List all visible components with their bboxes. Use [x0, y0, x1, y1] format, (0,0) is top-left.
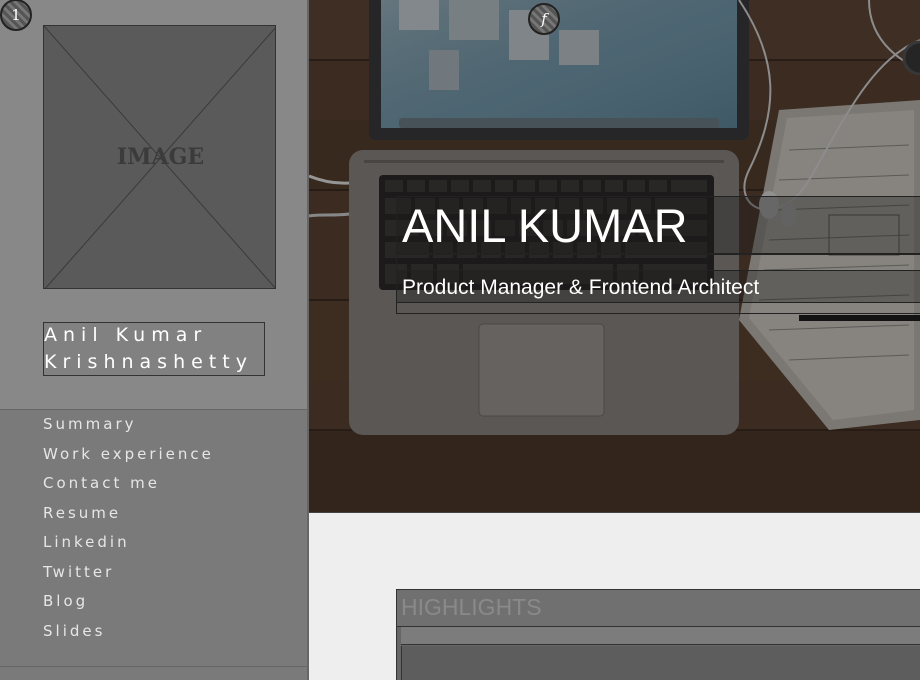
highlights-section: HIGHLIGHTS — [396, 589, 920, 680]
nav-item-blog[interactable]: Blog — [43, 590, 214, 620]
profile-first-name: Anil Kumar — [44, 324, 208, 346]
nav-item-summary[interactable]: Summary — [43, 413, 214, 443]
nav-item-contact-me[interactable]: Contact me — [43, 472, 214, 502]
hero-subtitle: Product Manager & Frontend Architect — [402, 276, 760, 299]
profile-last-name: Krishnashetty — [44, 351, 253, 373]
nav-item-slides[interactable]: Slides — [43, 620, 214, 650]
sidebar-nav: Summary Work experience Contact me Resum… — [43, 413, 214, 649]
highlights-title: HIGHLIGHTS — [401, 594, 542, 620]
nav-item-linkedin[interactable]: Linkedin — [43, 531, 214, 561]
nav-item-twitter[interactable]: Twitter — [43, 561, 214, 591]
facebook-icon[interactable]: f — [528, 3, 560, 35]
hero-banner — [309, 0, 920, 513]
highlights-content — [401, 646, 920, 680]
nav-item-resume[interactable]: Resume — [43, 502, 214, 532]
sidebar-divider — [0, 666, 307, 667]
nav-item-work-experience[interactable]: Work experience — [43, 443, 214, 473]
hero-subtitle-box: Product Manager & Frontend Architect — [396, 270, 920, 303]
number-badge-icon[interactable]: 1 — [0, 0, 32, 31]
hero-title-box: ANIL KUMAR — [396, 196, 920, 254]
profile-image-placeholder: IMAGE — [43, 25, 276, 289]
hero-title: ANIL KUMAR — [402, 199, 688, 252]
image-placeholder-label: IMAGE — [116, 144, 205, 170]
profile-name: Anil Kumar Krishnashetty — [43, 322, 265, 376]
highlights-subheader — [401, 627, 920, 645]
hero-background-photo — [309, 0, 920, 512]
sidebar: IMAGE Anil Kumar Krishnashetty Summary W… — [0, 0, 309, 680]
highlights-header: HIGHLIGHTS — [397, 590, 920, 627]
